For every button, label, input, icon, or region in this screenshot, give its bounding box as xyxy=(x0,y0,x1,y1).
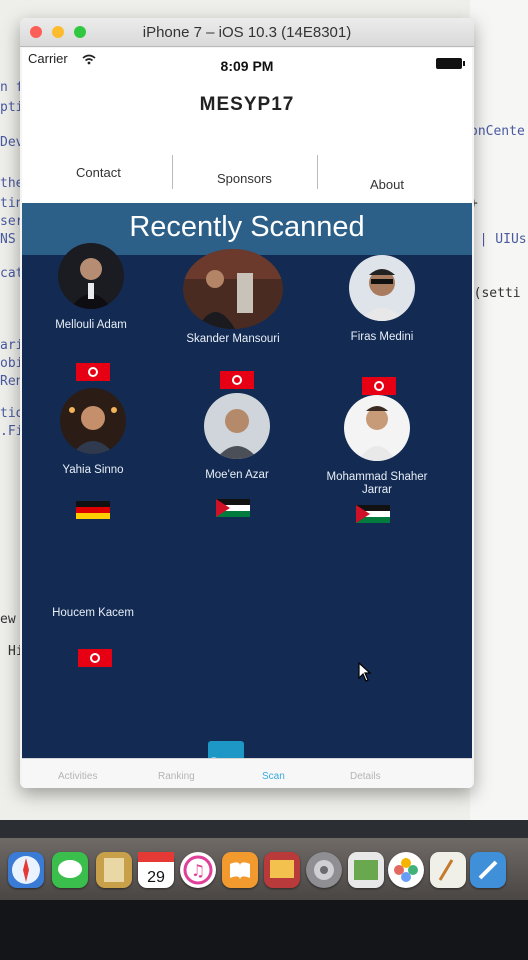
avatar xyxy=(204,393,270,459)
photos-icon[interactable] xyxy=(388,852,424,888)
xcode-icon[interactable] xyxy=(470,852,506,888)
person-name: Yahia Sinno xyxy=(62,464,124,476)
window-titlebar[interactable]: iPhone 7 – iOS 10.3 (14E8301) xyxy=(20,18,474,47)
tab-bar: Activities Ranking Scan Details xyxy=(22,758,472,788)
tunisia-flag-icon xyxy=(76,363,110,381)
system-preferences-icon[interactable] xyxy=(306,852,342,888)
person-name: Houcem Kacem xyxy=(52,607,134,619)
person-name: Moe'en Azar xyxy=(205,469,269,481)
ibooks-icon[interactable] xyxy=(222,852,258,888)
nav-title: MESYP17 xyxy=(199,94,295,115)
person-card[interactable]: Yahia Sinno xyxy=(28,388,158,477)
segment-about[interactable]: About xyxy=(318,143,472,203)
segment-label: Contact xyxy=(76,165,121,180)
code-fragment: NS xyxy=(0,232,16,247)
germany-flag-icon xyxy=(76,501,110,519)
jordan-flag-icon xyxy=(216,499,250,517)
person-name: Skander Mansouri xyxy=(186,333,280,345)
avatar xyxy=(349,255,415,321)
person-card[interactable]: Firas Medini xyxy=(317,255,447,344)
photo-booth-icon[interactable] xyxy=(264,852,300,888)
battery-icon xyxy=(436,58,465,69)
window-title: iPhone 7 – iOS 10.3 (14E8301) xyxy=(142,24,352,41)
phone-screen: Carrier 8:09 PM MESYP17 Contact Sponsors… xyxy=(22,48,472,788)
segment-label: About xyxy=(370,177,404,192)
tab-ranking[interactable]: Ranking xyxy=(158,771,195,782)
status-bar: Carrier 8:09 PM xyxy=(22,48,472,74)
avatar xyxy=(60,388,126,454)
person-name: Mohammad Shaher Jarrar xyxy=(326,471,428,496)
segment-label: Sponsors xyxy=(217,171,272,186)
tab-scan[interactable]: Scan xyxy=(262,771,285,782)
tunisia-flag-icon xyxy=(78,649,112,667)
mouse-cursor-icon xyxy=(358,661,372,687)
messages-icon[interactable] xyxy=(52,852,88,888)
segment-sponsors[interactable]: Sponsors xyxy=(173,143,317,203)
tab-activities[interactable]: Activities xyxy=(58,771,97,782)
jordan-flag-icon xyxy=(356,505,390,523)
tunisia-flag-icon xyxy=(220,371,254,389)
status-time: 8:09 PM xyxy=(220,58,274,74)
tab-details[interactable]: Details xyxy=(350,771,381,782)
safari-icon[interactable] xyxy=(8,852,44,888)
segment-contact[interactable]: Contact xyxy=(22,143,172,203)
code-fragment: onCente xyxy=(470,124,525,139)
calendar-icon[interactable]: 29 xyxy=(138,852,174,888)
segment-bar: Contact Sponsors About xyxy=(22,143,472,204)
person-card[interactable]: Houcem Kacem xyxy=(28,607,158,620)
avatar xyxy=(183,249,283,329)
avatar xyxy=(58,243,124,309)
section-title: Recently Scanned xyxy=(129,211,365,243)
itunes-icon[interactable]: ♫ xyxy=(180,852,216,888)
svg-text:29: 29 xyxy=(147,869,165,886)
person-card[interactable]: Moe'en Azar xyxy=(172,393,302,482)
scanned-content: Recently Scanned Mellouli Adam Skander M… xyxy=(22,203,472,783)
background-editor-right: onCente + e | UIUs gs(setti xyxy=(458,0,528,820)
person-card[interactable]: Skander Mansouri xyxy=(168,249,298,346)
person-card[interactable]: Mellouli Adam xyxy=(26,243,156,332)
tunisia-flag-icon xyxy=(362,377,396,395)
simulator-window: iPhone 7 – iOS 10.3 (14E8301) Carrier 8:… xyxy=(20,18,474,788)
preview-icon[interactable] xyxy=(348,852,384,888)
person-name: Firas Medini xyxy=(350,331,414,343)
text-edit-icon[interactable] xyxy=(430,852,466,888)
person-name: Mellouli Adam xyxy=(55,319,127,331)
avatar xyxy=(344,395,410,461)
svg-text:♫: ♫ xyxy=(191,861,205,880)
person-card[interactable]: Mohammad Shaher Jarrar xyxy=(312,395,442,497)
contacts-icon[interactable] xyxy=(96,852,132,888)
dock-bottom xyxy=(0,900,528,960)
